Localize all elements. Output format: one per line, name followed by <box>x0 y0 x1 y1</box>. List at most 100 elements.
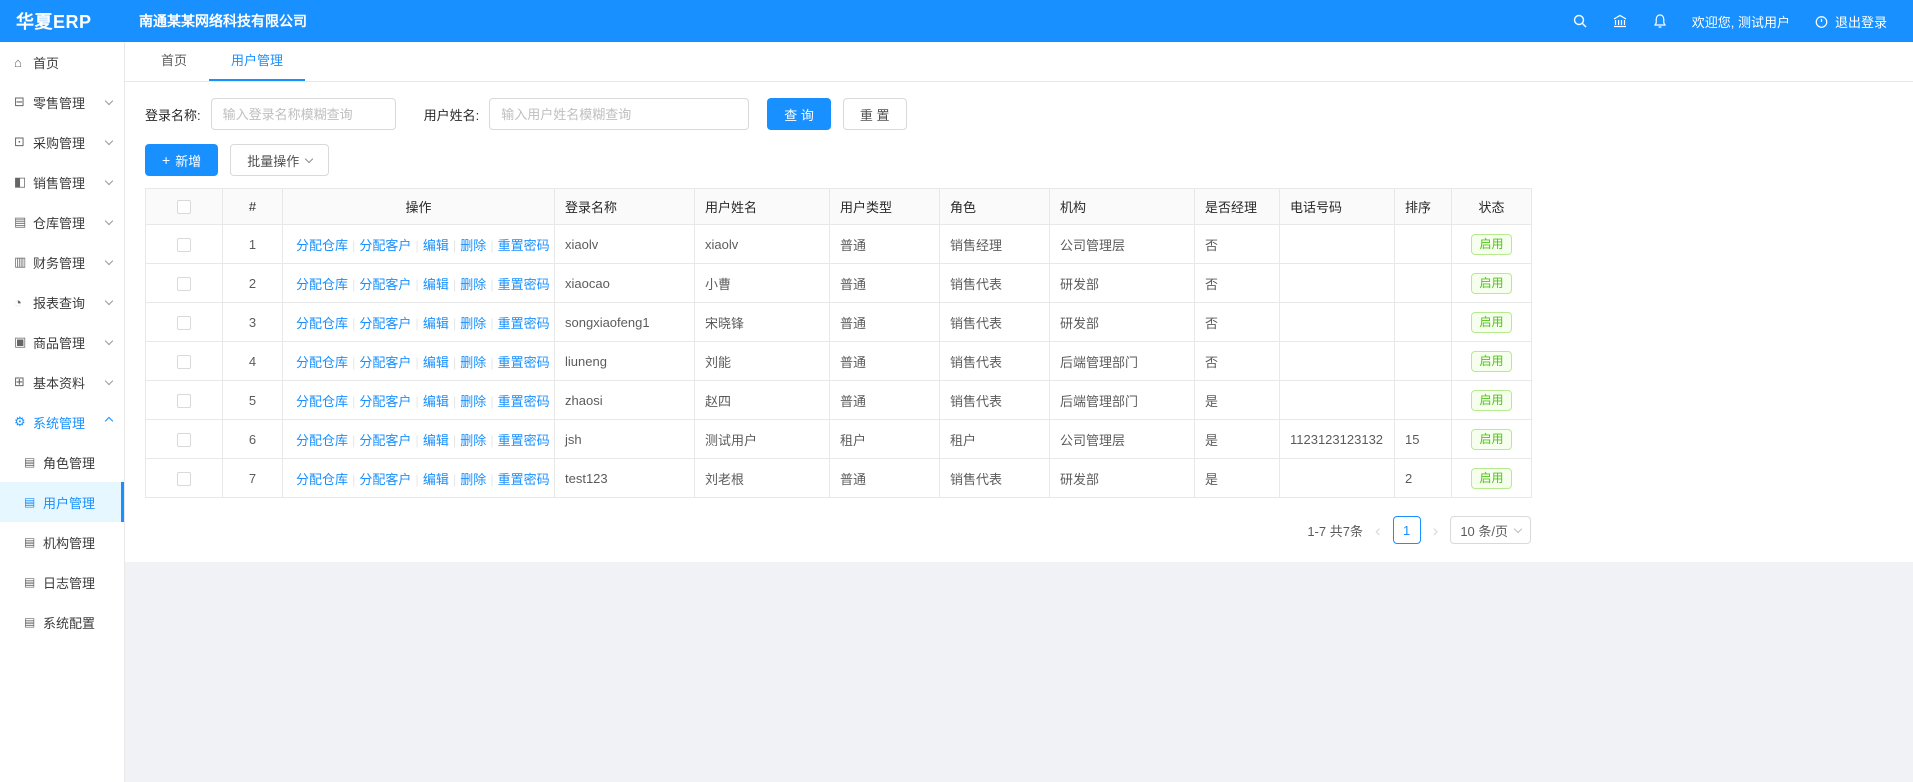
reset-password-link[interactable]: 重置密码 <box>498 238 550 253</box>
toolbar: + 新增 批量操作 <box>145 144 1893 176</box>
assign-warehouse-link[interactable]: 分配仓库 <box>296 394 348 409</box>
cell-role: 销售代表 <box>940 381 1050 420</box>
reset-password-link[interactable]: 重置密码 <box>498 355 550 370</box>
search-icon[interactable] <box>1572 13 1588 29</box>
op-separator: | <box>415 472 418 487</box>
sidebar-item-basic[interactable]: ⊞基本资料 <box>0 362 124 402</box>
sidebar-item-finance[interactable]: ▥财务管理 <box>0 242 124 282</box>
reset-password-link[interactable]: 重置密码 <box>498 316 550 331</box>
assign-customer-link[interactable]: 分配客户 <box>359 238 411 253</box>
prev-page-button[interactable]: ‹ <box>1373 522 1383 539</box>
sidebar-subitem-label: 机构管理 <box>43 533 95 552</box>
login-name-input[interactable] <box>211 98 396 130</box>
delete-link[interactable]: 删除 <box>460 394 486 409</box>
row-checkbox[interactable] <box>177 433 191 447</box>
edit-link[interactable]: 编辑 <box>423 316 449 331</box>
row-status-cell: 启用 <box>1452 381 1532 420</box>
row-checkbox[interactable] <box>177 277 191 291</box>
delete-link[interactable]: 删除 <box>460 277 486 292</box>
edit-link[interactable]: 编辑 <box>423 355 449 370</box>
edit-link[interactable]: 编辑 <box>423 472 449 487</box>
chevron-down-icon <box>105 97 113 105</box>
tab-home[interactable]: 首页 <box>139 42 209 81</box>
logout-label: 退出登录 <box>1835 12 1887 31</box>
sidebar-subitem-log[interactable]: ▤日志管理 <box>0 562 124 602</box>
pagination: 1-7 共7条 ‹ 1 › 10 条/页 <box>145 516 1531 544</box>
sidebar-item-retail[interactable]: ⊟零售管理 <box>0 82 124 122</box>
delete-link[interactable]: 删除 <box>460 316 486 331</box>
assign-customer-link[interactable]: 分配客户 <box>359 394 411 409</box>
reset-button[interactable]: 重 置 <box>843 98 907 130</box>
row-checkbox[interactable] <box>177 394 191 408</box>
row-checkbox[interactable] <box>177 472 191 486</box>
cell-organization: 后端管理部门 <box>1050 381 1195 420</box>
current-page-button[interactable]: 1 <box>1393 516 1421 544</box>
sidebar-item-purchase[interactable]: ⊡采购管理 <box>0 122 124 162</box>
tab-user-management[interactable]: 用户管理 <box>209 42 305 81</box>
sidebar-subitem-role[interactable]: ▤角色管理 <box>0 442 124 482</box>
assign-warehouse-link[interactable]: 分配仓库 <box>296 277 348 292</box>
page-size-select[interactable]: 10 条/页 <box>1450 516 1531 544</box>
sidebar-subitem-org[interactable]: ▤机构管理 <box>0 522 124 562</box>
edit-link[interactable]: 编辑 <box>423 394 449 409</box>
sidebar: ⌂首页⊟零售管理⊡采购管理◧销售管理▤仓库管理▥财务管理◔报表查询▣商品管理⊞基… <box>0 42 125 782</box>
assign-warehouse-link[interactable]: 分配仓库 <box>296 316 348 331</box>
bell-icon[interactable] <box>1652 13 1668 29</box>
edit-link[interactable]: 编辑 <box>423 433 449 448</box>
row-index: 6 <box>223 420 283 459</box>
assign-customer-link[interactable]: 分配客户 <box>359 277 411 292</box>
cell-sort-order <box>1395 381 1452 420</box>
sidebar-menu: ⌂首页⊟零售管理⊡采购管理◧销售管理▤仓库管理▥财务管理◔报表查询▣商品管理⊞基… <box>0 42 124 642</box>
add-button[interactable]: + 新增 <box>145 144 218 176</box>
delete-link[interactable]: 删除 <box>460 238 486 253</box>
sidebar-item-home[interactable]: ⌂首页 <box>0 42 124 82</box>
doc-icon: ▤ <box>24 575 43 589</box>
assign-customer-link[interactable]: 分配客户 <box>359 355 411 370</box>
reset-password-link[interactable]: 重置密码 <box>498 394 550 409</box>
op-separator: | <box>415 316 418 331</box>
sidebar-item-system[interactable]: ⚙系统管理 <box>0 402 124 442</box>
select-all-checkbox[interactable] <box>177 200 191 214</box>
batch-actions-button[interactable]: 批量操作 <box>230 144 329 176</box>
user-name-input[interactable] <box>489 98 749 130</box>
sidebar-subitem-label: 日志管理 <box>43 573 95 592</box>
reset-password-link[interactable]: 重置密码 <box>498 433 550 448</box>
home-icon: ⌂ <box>14 55 33 70</box>
row-actions: 分配仓库|分配客户|编辑|删除|重置密码 <box>283 225 555 264</box>
sidebar-subitem-config[interactable]: ▤系统配置 <box>0 602 124 642</box>
row-checkbox[interactable] <box>177 355 191 369</box>
edit-link[interactable]: 编辑 <box>423 238 449 253</box>
sidebar-item-label: 商品管理 <box>33 333 106 352</box>
query-button[interactable]: 查 询 <box>767 98 831 130</box>
reset-password-link[interactable]: 重置密码 <box>498 277 550 292</box>
op-separator: | <box>490 394 493 409</box>
sidebar-item-label: 首页 <box>33 53 116 72</box>
bank-icon[interactable] <box>1612 13 1628 29</box>
delete-link[interactable]: 删除 <box>460 433 486 448</box>
sidebar-item-sales[interactable]: ◧销售管理 <box>0 162 124 202</box>
assign-warehouse-link[interactable]: 分配仓库 <box>296 472 348 487</box>
edit-link[interactable]: 编辑 <box>423 277 449 292</box>
next-page-button[interactable]: › <box>1431 522 1441 539</box>
assign-customer-link[interactable]: 分配客户 <box>359 472 411 487</box>
delete-link[interactable]: 删除 <box>460 472 486 487</box>
welcome-user[interactable]: 欢迎您, 测试用户 <box>1692 12 1790 31</box>
delete-link[interactable]: 删除 <box>460 355 486 370</box>
tab-bar: 首页 用户管理 <box>125 42 1913 82</box>
assign-warehouse-link[interactable]: 分配仓库 <box>296 238 348 253</box>
reset-password-link[interactable]: 重置密码 <box>498 472 550 487</box>
chevron-down-icon <box>105 177 113 185</box>
assign-warehouse-link[interactable]: 分配仓库 <box>296 355 348 370</box>
sidebar-item-report[interactable]: ◔报表查询 <box>0 282 124 322</box>
goods-icon: ▣ <box>14 334 33 350</box>
row-checkbox[interactable] <box>177 316 191 330</box>
sidebar-subitem-user[interactable]: ▤用户管理 <box>0 482 124 522</box>
logout-button[interactable]: 退出登录 <box>1814 12 1887 31</box>
assign-customer-link[interactable]: 分配客户 <box>359 316 411 331</box>
row-index: 1 <box>223 225 283 264</box>
assign-customer-link[interactable]: 分配客户 <box>359 433 411 448</box>
sidebar-item-goods[interactable]: ▣商品管理 <box>0 322 124 362</box>
assign-warehouse-link[interactable]: 分配仓库 <box>296 433 348 448</box>
row-checkbox[interactable] <box>177 238 191 252</box>
sidebar-item-warehouse[interactable]: ▤仓库管理 <box>0 202 124 242</box>
